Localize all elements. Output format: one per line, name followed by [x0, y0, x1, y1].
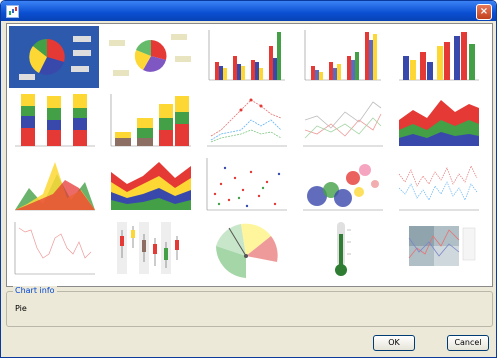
thumbnail-dial[interactable] — [201, 218, 291, 280]
chart-thumbnail-grid — [6, 23, 493, 287]
chart-gallery-dialog: × Chart info Pie OK Cancel — [0, 0, 497, 358]
title-bar[interactable]: × — [1, 1, 496, 21]
thumbnail-heatmap-overlay[interactable] — [393, 218, 483, 280]
thumbnail-stacked-bar[interactable] — [9, 90, 99, 152]
thumbnail-scatter[interactable] — [201, 154, 291, 216]
thumbnail-line-plain[interactable] — [297, 90, 387, 152]
thumbnail-bubble[interactable] — [297, 154, 387, 216]
thumbnail-stacked-area[interactable] — [105, 154, 195, 216]
chart-app-icon — [6, 5, 19, 18]
chart-info-group: Chart info Pie — [6, 286, 493, 327]
thumbnail-area[interactable] — [393, 90, 483, 152]
thumbnail-time-series[interactable] — [393, 154, 483, 216]
cancel-button[interactable]: Cancel — [447, 335, 489, 351]
thumbnail-price-line[interactable] — [9, 218, 99, 280]
thumbnail-bar[interactable] — [201, 26, 291, 88]
chart-info-legend: Chart info — [13, 286, 57, 295]
thumbnail-exploded-pie[interactable] — [105, 26, 195, 88]
thumbnail-stacked-bar-3d[interactable] — [105, 90, 195, 152]
thumbnail-bar-3d[interactable] — [297, 26, 387, 88]
thumbnail-thermometer[interactable] — [297, 218, 387, 280]
thumbnail-bar-colored[interactable] — [393, 26, 483, 88]
thumbnail-area-layered[interactable] — [9, 154, 99, 216]
thumbnail-line[interactable] — [201, 90, 291, 152]
ok-button[interactable]: OK — [373, 335, 415, 351]
close-button[interactable]: × — [476, 4, 492, 20]
thumbnail-candlestick[interactable] — [105, 218, 195, 280]
chart-info-text: Pie — [15, 304, 27, 313]
thumbnail-pie[interactable] — [9, 26, 99, 88]
